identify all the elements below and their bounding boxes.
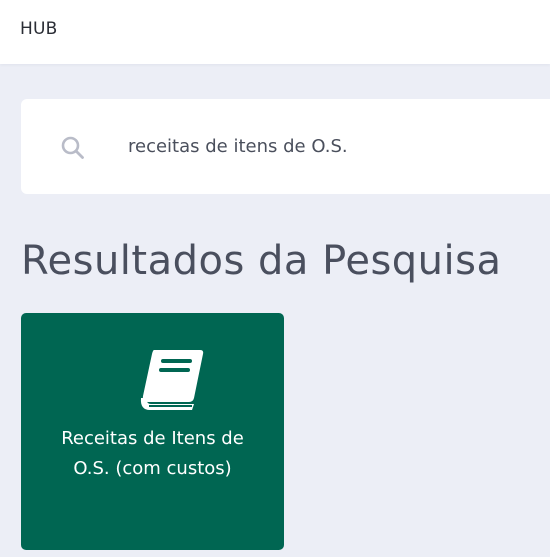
search-icon[interactable] bbox=[60, 135, 86, 161]
result-card-receitas-itens-os[interactable]: Receitas de Itens de O.S. (com custos) bbox=[21, 313, 284, 550]
page-title: Resultados da Pesquisa bbox=[21, 238, 502, 284]
result-card-label: Receitas de Itens de O.S. (com custos) bbox=[61, 428, 244, 479]
top-bar: HUB bbox=[0, 0, 550, 64]
brand-logo-text[interactable]: HUB bbox=[20, 19, 58, 39]
search-input[interactable] bbox=[128, 132, 528, 160]
book-icon bbox=[136, 348, 206, 414]
